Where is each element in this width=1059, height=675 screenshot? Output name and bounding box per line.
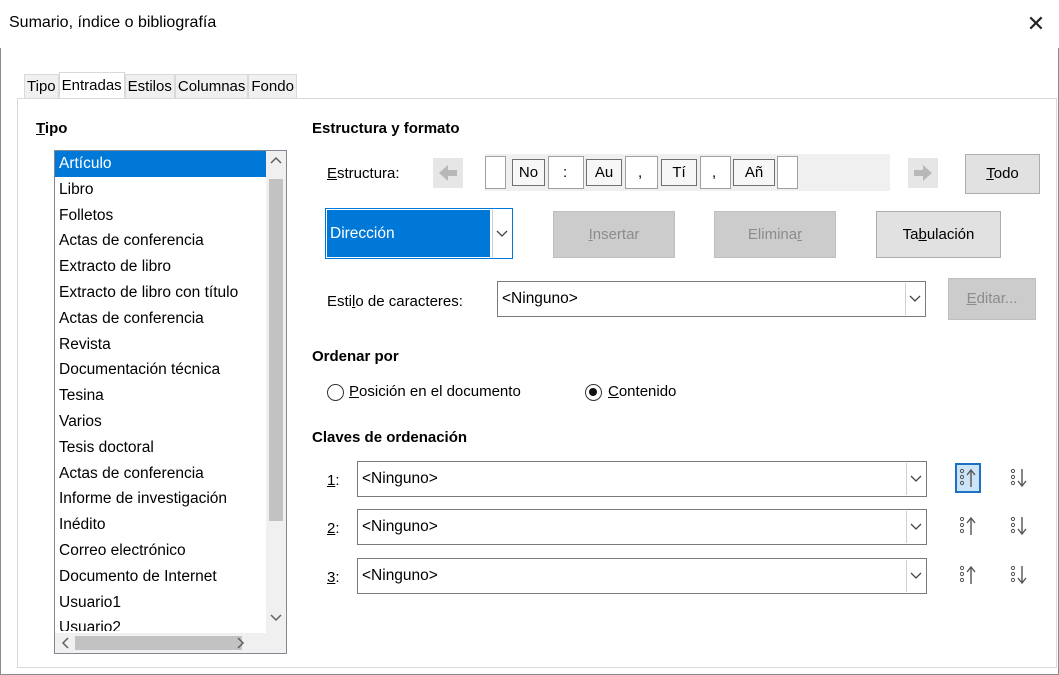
list-item[interactable]: Inédito: [55, 512, 267, 538]
tab-bar: Tipo Entradas Estilos Columnas Fondo: [24, 72, 297, 98]
list-item[interactable]: Actas de conferencia: [55, 306, 267, 332]
sort-key-3-value: <Ninguno>: [362, 567, 438, 584]
sort-ascending-icon: [959, 468, 976, 487]
list-item[interactable]: Usuario2: [55, 615, 267, 631]
list-item[interactable]: Usuario1: [55, 590, 267, 616]
remove-button[interactable]: Eliminar: [714, 211, 836, 258]
field-select-value: Dirección: [330, 225, 395, 242]
structure-separator: ,: [638, 164, 643, 181]
sort-descending-icon: [1010, 516, 1027, 536]
chevron-down-icon[interactable]: [906, 511, 925, 543]
move-left-button[interactable]: [432, 157, 464, 189]
chevron-down-icon[interactable]: [906, 463, 925, 495]
tab-stop-button[interactable]: Tabulación: [876, 211, 1001, 258]
horizontal-scroll-thumb[interactable]: [75, 636, 242, 650]
close-button[interactable]: ✕: [1013, 0, 1059, 48]
radio-selected-dot: [589, 388, 597, 396]
sort-key-1-label: 1:: [327, 472, 340, 489]
chevron-down-icon[interactable]: [905, 283, 924, 315]
sort-descending-icon: [1010, 468, 1027, 488]
tab-tipo[interactable]: Tipo: [24, 74, 59, 98]
list-item[interactable]: Tesina: [55, 383, 267, 409]
sort-key-1-descending-button[interactable]: [1006, 463, 1032, 493]
sort-key-2-label: 2:: [327, 520, 340, 537]
sort-key-2-value: <Ninguno>: [362, 518, 438, 535]
window-title: Sumario, índice o bibliografía: [9, 14, 217, 31]
sort-key-1-ascending-button[interactable]: [955, 463, 981, 493]
list-item[interactable]: Artículo: [55, 151, 267, 177]
structure-text-field[interactable]: [777, 156, 798, 189]
type-listbox[interactable]: Artículo Libro Folletos Actas de confere…: [54, 150, 287, 654]
chevron-down-icon[interactable]: [492, 210, 511, 257]
list-item[interactable]: Informe de investigación: [55, 486, 267, 512]
structure-token-year[interactable]: Añ: [733, 159, 775, 186]
tab-fondo[interactable]: Fondo: [248, 74, 297, 98]
insert-button[interactable]: Insertar: [553, 211, 675, 258]
horizontal-scrollbar[interactable]: [55, 633, 286, 653]
structure-label: Estructura:: [327, 165, 400, 182]
tab-columnas[interactable]: Columnas: [174, 74, 249, 98]
structure-editor[interactable]: No : Au , Tí , Añ: [485, 154, 890, 191]
character-style-select[interactable]: <Ninguno>: [497, 281, 926, 317]
sort-key-2-select[interactable]: <Ninguno>: [357, 509, 927, 545]
structure-separator: :: [563, 164, 568, 181]
scroll-up-icon[interactable]: [266, 155, 286, 167]
scroll-left-icon[interactable]: [55, 637, 75, 652]
type-list: Artículo Libro Folletos Actas de confere…: [55, 151, 267, 631]
sort-key-3-descending-button[interactable]: [1006, 560, 1032, 590]
arrow-left-icon: [433, 158, 463, 188]
structure-token-author[interactable]: Au: [586, 159, 622, 186]
sort-ascending-icon: [959, 565, 976, 584]
list-item[interactable]: Extracto de libro con título: [55, 280, 267, 306]
radio-document-position-label[interactable]: Posición en el documento: [349, 383, 521, 400]
close-icon: ✕: [1026, 11, 1046, 36]
sort-ascending-icon: [959, 516, 976, 535]
list-item[interactable]: Revista: [55, 332, 267, 358]
sort-by-title: Ordenar por: [312, 348, 399, 365]
sort-key-1-select[interactable]: <Ninguno>: [357, 461, 927, 497]
structure-separator: ,: [712, 164, 717, 181]
list-item[interactable]: Extracto de libro: [55, 254, 267, 280]
all-button[interactable]: Todo: [965, 154, 1040, 194]
chevron-down-icon[interactable]: [906, 560, 925, 592]
character-style-value: <Ninguno>: [502, 290, 578, 307]
radio-content-label[interactable]: Contenido: [608, 383, 676, 400]
field-select[interactable]: Dirección: [325, 208, 513, 259]
structure-token-title[interactable]: Tí: [661, 159, 697, 186]
tab-entradas[interactable]: Entradas: [58, 72, 125, 98]
radio-content[interactable]: [585, 384, 602, 401]
vertical-scrollbar[interactable]: [266, 151, 286, 633]
title-bar: Sumario, índice o bibliografía ✕: [0, 0, 1059, 48]
scroll-right-icon[interactable]: [231, 637, 251, 652]
sort-key-3-ascending-button[interactable]: [955, 560, 981, 590]
list-item[interactable]: Tesis doctoral: [55, 435, 267, 461]
sort-descending-icon: [1010, 565, 1027, 585]
list-item[interactable]: Documento de Internet: [55, 564, 267, 590]
sort-keys-title: Claves de ordenación: [312, 429, 468, 446]
scroll-down-icon[interactable]: [266, 613, 286, 625]
list-item[interactable]: Actas de conferencia: [55, 461, 267, 487]
list-item[interactable]: Documentación técnica: [55, 357, 267, 383]
sort-key-2-descending-button[interactable]: [1006, 511, 1032, 541]
character-style-label: Estilo de caracteres:: [327, 293, 463, 310]
sort-key-1-value: <Ninguno>: [362, 470, 438, 487]
list-item[interactable]: Correo electrónico: [55, 538, 267, 564]
arrow-right-icon: [908, 158, 938, 188]
type-section-title: Tipo: [36, 120, 68, 137]
list-item[interactable]: Libro: [55, 177, 267, 203]
move-right-button[interactable]: [907, 157, 939, 189]
structure-token-number[interactable]: No: [512, 159, 545, 186]
sort-key-3-select[interactable]: <Ninguno>: [357, 558, 927, 594]
vertical-scroll-thumb[interactable]: [269, 179, 283, 521]
list-item[interactable]: Actas de conferencia: [55, 228, 267, 254]
structure-text-field[interactable]: [485, 156, 506, 189]
list-item[interactable]: Varios: [55, 409, 267, 435]
tab-estilos[interactable]: Estilos: [124, 74, 175, 98]
list-item[interactable]: Folletos: [55, 203, 267, 229]
sort-key-3-label: 3:: [327, 569, 340, 586]
edit-button[interactable]: Editar...: [948, 278, 1036, 320]
structure-section-title: Estructura y formato: [312, 120, 460, 137]
sort-key-2-ascending-button[interactable]: [955, 511, 981, 541]
radio-document-position[interactable]: [327, 384, 344, 401]
